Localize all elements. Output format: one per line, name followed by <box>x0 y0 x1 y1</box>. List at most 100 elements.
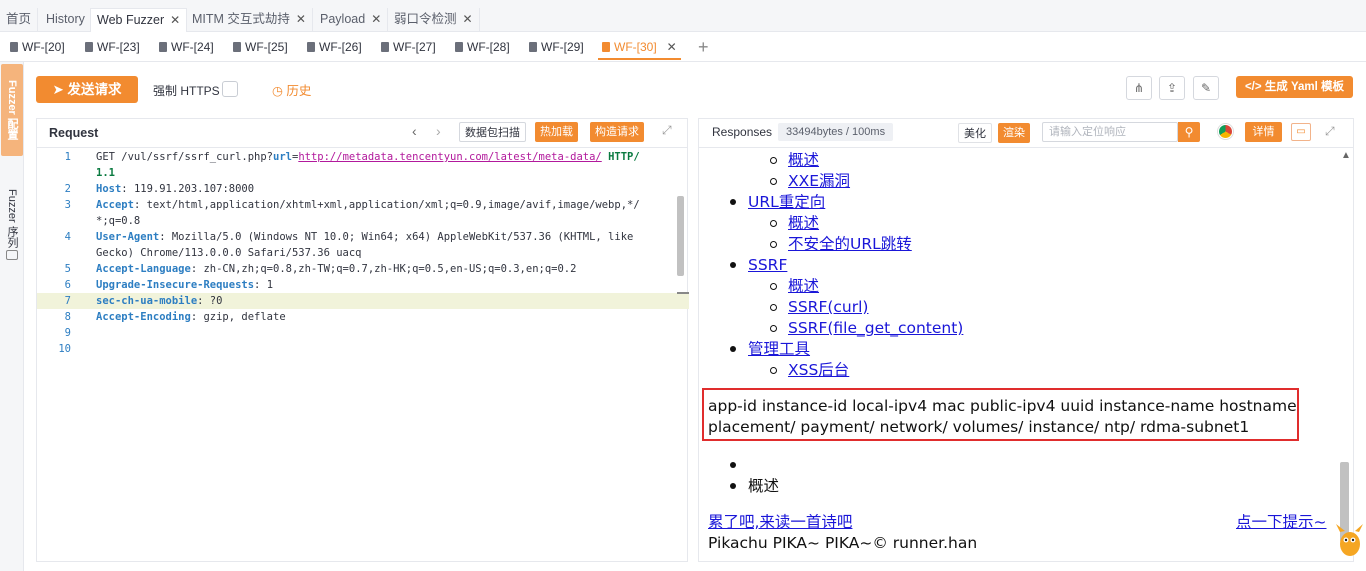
edit-icon[interactable]: ✎ <box>1193 76 1219 100</box>
response-render-view: 概述 XXE漏洞 URL重定向 概述 不安全的URL跳转 SSRF 概述 SSRF(curl)… <box>700 150 1336 560</box>
line-code: GET /vul/ssrf/ssrf_curl.php?url=http://m… <box>96 151 640 163</box>
wf-tab[interactable]: WF-[20] <box>10 36 65 60</box>
tab-mitm[interactable]: MITM 交互式劫持 ✕ <box>186 8 313 32</box>
line-number: 5 <box>64 263 71 275</box>
render-button[interactable]: 渲染 <box>998 123 1030 143</box>
wf-tab[interactable]: WF-[29] <box>529 36 584 60</box>
comment-icon[interactable]: ▭ <box>1291 123 1311 141</box>
export-icon[interactable]: ⇪ <box>1159 76 1185 100</box>
lock-icon[interactable] <box>6 250 18 260</box>
wf-tab-label: WF-[29] <box>541 40 584 54</box>
mascot-icon[interactable] <box>1334 522 1364 562</box>
nav-link[interactable]: 不安全的URL跳转 <box>788 234 912 254</box>
tab-label: Web Fuzzer <box>97 13 165 27</box>
list-bullet <box>770 304 777 311</box>
code-line: 1.1 <box>37 165 677 181</box>
wf-tab[interactable]: WF-[28] <box>455 36 510 60</box>
response-size-badge: 33494bytes / 100ms <box>778 123 894 141</box>
tab-home[interactable]: 首页 <box>0 8 39 32</box>
wf-tab[interactable]: WF-[26] <box>307 36 362 60</box>
force-https-checkbox[interactable] <box>222 81 238 97</box>
list-bullet <box>770 283 777 290</box>
expand-icon[interactable]: ⤢ <box>1325 124 1335 139</box>
history-label: 历史 <box>286 84 312 98</box>
sidebar-fuzzer-sequence[interactable]: Fuzzer 序列 <box>1 178 23 258</box>
list-bullet <box>730 199 736 205</box>
search-icon[interactable]: ⚲ <box>1178 122 1200 142</box>
wf-tab[interactable]: WF-[24] <box>159 36 214 60</box>
wf-tab-label: WF-[24] <box>171 40 214 54</box>
list-bullet <box>770 241 777 248</box>
detail-button[interactable]: 详情 <box>1245 122 1282 142</box>
beautify-button[interactable]: 美化 <box>958 123 992 143</box>
wf-tab-label: WF-[27] <box>393 40 436 54</box>
wf-tab[interactable]: WF-[27] <box>381 36 436 60</box>
nav-link[interactable]: SSRF <box>748 255 787 275</box>
wf-tab-label: WF-[26] <box>319 40 362 54</box>
close-icon[interactable]: ✕ <box>667 40 677 54</box>
line-code: Accept: text/html,application/xhtml+xml,… <box>96 199 640 211</box>
sidebar-fuzzer-config[interactable]: Fuzzer 配置 <box>1 64 23 156</box>
chrome-icon[interactable] <box>1218 124 1233 139</box>
nav-link[interactable]: 概述 <box>788 150 819 170</box>
line-code: 1.1 <box>96 167 115 179</box>
nav-link[interactable]: XXE漏洞 <box>788 171 850 191</box>
close-icon[interactable]: ✕ <box>463 12 473 26</box>
nav-link[interactable]: 概述 <box>788 276 819 296</box>
share-icon[interactable]: ⋔ <box>1126 76 1152 100</box>
generate-yaml-button[interactable]: </> 生成 Yaml 模板 <box>1236 76 1353 98</box>
send-icon: ➤ <box>52 82 68 97</box>
line-code: sec-ch-ua-mobile: ?0 <box>96 295 223 307</box>
construct-request-button[interactable]: 构造请求 <box>590 122 644 142</box>
tab-weak-password[interactable]: 弱口令检测 ✕ <box>388 8 480 32</box>
code-line: 4 User-Agent: Mozilla/5.0 (Windows NT 10.… <box>37 229 677 245</box>
history-button[interactable]: ◷ 历史 <box>272 80 311 99</box>
tab-web-fuzzer[interactable]: Web Fuzzer ✕ <box>90 8 188 32</box>
list-bullet <box>770 325 777 332</box>
list-bullet <box>770 367 777 374</box>
poem-link[interactable]: 累了吧,来读一首诗吧 <box>708 512 852 532</box>
wf-tab-label: WF-[20] <box>22 40 65 54</box>
nav-link[interactable]: SSRF(curl) <box>788 297 868 317</box>
line-number: 6 <box>64 279 71 291</box>
chevron-left-icon[interactable]: ‹ <box>412 123 417 139</box>
response-search-input[interactable]: 请输入定位响应 <box>1042 122 1178 142</box>
close-icon[interactable]: ✕ <box>296 12 306 26</box>
expand-icon[interactable]: ⤢ <box>662 123 672 138</box>
add-tab-icon[interactable]: + <box>698 36 709 58</box>
line-code: User-Agent: Mozilla/5.0 (Windows NT 10.0… <box>96 231 634 243</box>
yaml-label: 生成 Yaml 模板 <box>1264 81 1345 93</box>
tab-label: 首页 <box>6 12 32 26</box>
footer-text: Pikachu PIKA~ PIKA~© runner.han <box>708 534 978 552</box>
code-line: 6 Upgrade-Insecure-Requests: 1 <box>37 277 677 293</box>
request-scrollbar[interactable] <box>677 196 684 276</box>
list-bullet <box>770 157 777 164</box>
nav-link[interactable]: URL重定向 <box>748 192 825 212</box>
hint-link[interactable]: 点一下提示~ <box>1236 512 1327 532</box>
nav-link[interactable]: 概述 <box>788 213 819 233</box>
tab-history[interactable]: History <box>40 8 92 32</box>
nav-link[interactable]: SSRF(file_get_content) <box>788 318 963 338</box>
tab-payload[interactable]: Payload ✕ <box>314 8 389 32</box>
list-item: 概述 <box>748 477 780 495</box>
wf-tab-active[interactable]: WF-[30] ✕ <box>598 36 681 60</box>
wf-tab-label: WF-[23] <box>97 40 140 54</box>
request-editor[interactable]: 1 GET /vul/ssrf/ssrf_curl.php?url=http://… <box>37 149 689 369</box>
scroll-up-icon[interactable]: ▲ <box>1341 150 1351 161</box>
chevron-right-icon[interactable]: › <box>436 123 441 139</box>
tab-label: History <box>46 12 85 26</box>
code-line: 3 Accept: text/html,application/xhtml+xml… <box>37 197 677 213</box>
line-code: Accept-Language: zh-CN,zh;q=0.8,zh-TW;q=… <box>96 263 577 275</box>
wf-tab[interactable]: WF-[25] <box>233 36 288 60</box>
hot-load-button[interactable]: 热加载 <box>535 122 578 142</box>
close-icon[interactable]: ✕ <box>170 13 180 27</box>
close-icon[interactable]: ✕ <box>371 12 381 26</box>
list-bullet <box>770 178 777 185</box>
wf-tab[interactable]: WF-[23] <box>85 36 140 60</box>
packet-scan-button[interactable]: 数据包扫描 <box>459 122 526 142</box>
nav-link[interactable]: 管理工具 <box>748 339 810 359</box>
metadata-highlight-box <box>702 388 1299 441</box>
send-request-button[interactable]: ➤ 发送请求 <box>36 76 138 103</box>
line-number: 9 <box>64 327 71 339</box>
nav-link[interactable]: XSS后台 <box>788 360 849 380</box>
